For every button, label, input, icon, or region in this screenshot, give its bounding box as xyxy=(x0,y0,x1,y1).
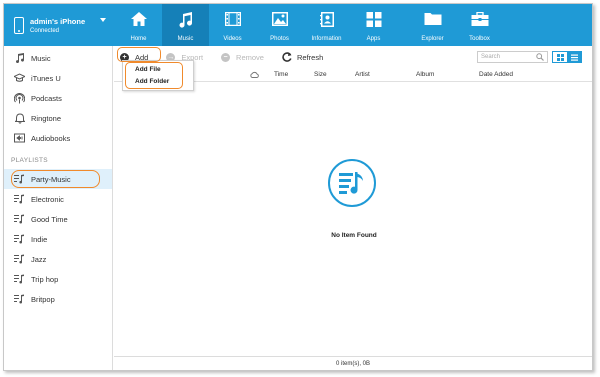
search-placeholder: Search xyxy=(481,54,501,60)
sidebar-item-itunes-u[interactable]: iTunes U xyxy=(4,68,112,88)
playlist-icon xyxy=(14,234,25,245)
sidebar-item-label: Podcasts xyxy=(31,93,62,103)
list-view-icon[interactable] xyxy=(567,52,581,62)
sidebar-item-good-time[interactable]: Good Time xyxy=(4,209,112,229)
grid-view-icon[interactable] xyxy=(553,52,567,62)
column-time[interactable]: Time xyxy=(274,71,288,78)
main-nav: Home Music Videos Photos Information App… xyxy=(115,4,503,46)
nav-label: Home xyxy=(130,36,147,42)
nav-toolbox[interactable]: Toolbox xyxy=(456,4,503,46)
nav-explorer[interactable]: Explorer xyxy=(409,4,456,46)
nav-label: Apps xyxy=(366,36,381,42)
nav-label: Information xyxy=(311,36,342,42)
minus-icon: − xyxy=(221,52,231,62)
sidebar-item-label: Audiobooks xyxy=(31,133,71,143)
nav-label: Photos xyxy=(270,36,289,42)
sidebar-item-jazz[interactable]: Jazz xyxy=(4,249,112,269)
nav-apps[interactable]: Apps xyxy=(350,4,397,46)
graduation-cap-icon xyxy=(14,73,25,84)
playlist-icon xyxy=(14,254,25,265)
column-album[interactable]: Album xyxy=(416,71,434,78)
highlight-ring xyxy=(11,170,100,188)
sidebar-item-britpop[interactable]: Britpop xyxy=(4,289,112,309)
status-bar: 0 item(s), 0B xyxy=(114,356,592,370)
highlight-ring xyxy=(125,62,183,89)
sidebar-item-label: Jazz xyxy=(31,254,47,264)
search-input[interactable]: Search xyxy=(477,51,548,63)
music-note-icon xyxy=(179,12,192,28)
nav-label: Toolbox xyxy=(469,36,490,42)
sidebar-item-label: Ringtone xyxy=(31,113,62,123)
film-icon xyxy=(224,12,241,26)
image-icon xyxy=(271,12,288,26)
refresh-icon xyxy=(282,52,292,62)
sidebar-item-label: Britpop xyxy=(31,294,55,304)
empty-music-list-icon xyxy=(328,159,376,207)
toolbox-icon xyxy=(471,12,488,26)
nav-music[interactable]: Music xyxy=(162,4,209,46)
device-name: admin's iPhone xyxy=(30,16,86,26)
nav-home[interactable]: Home xyxy=(115,4,162,46)
sidebar-item-label: Music xyxy=(31,53,51,63)
audiobook-icon xyxy=(14,133,25,144)
empty-state-message: No Item Found xyxy=(331,232,377,239)
empty-state xyxy=(322,159,382,207)
sidebar-item-label: iTunes U xyxy=(31,73,61,83)
remove-button[interactable]: − Remove xyxy=(221,52,264,62)
home-icon xyxy=(130,12,147,26)
refresh-label: Refresh xyxy=(296,52,324,62)
nav-information[interactable]: Information xyxy=(303,4,350,46)
sidebar-item-trip-hop[interactable]: Trip hop xyxy=(4,269,112,289)
playlists-heading: PLAYLISTS xyxy=(11,157,48,164)
music-note-icon xyxy=(14,53,25,64)
sidebar-item-audiobooks[interactable]: Audiobooks xyxy=(4,128,112,148)
device-selector[interactable]: admin's iPhone Connected xyxy=(4,4,114,46)
search-icon[interactable] xyxy=(536,53,544,61)
nav-photos[interactable]: Photos xyxy=(256,4,303,46)
sidebar-item-music[interactable]: Music xyxy=(4,48,112,68)
cloud-icon[interactable] xyxy=(250,71,259,78)
remove-label: Remove xyxy=(236,52,264,62)
contacts-icon xyxy=(319,12,334,27)
column-size[interactable]: Size xyxy=(314,71,327,78)
nav-label: Videos xyxy=(223,36,242,42)
sidebar-item-label: Electronic xyxy=(31,194,64,204)
device-status: Connected xyxy=(30,27,60,34)
playlist-icon xyxy=(14,194,25,205)
sidebar-item-label: Indie xyxy=(31,234,48,244)
playlist-icon xyxy=(14,274,25,285)
chevron-down-icon[interactable] xyxy=(100,18,106,22)
nav-label: Explorer xyxy=(421,36,444,42)
sidebar-item-electronic[interactable]: Electronic xyxy=(4,189,112,209)
refresh-button[interactable]: Refresh xyxy=(282,52,323,62)
playlist-icon xyxy=(14,294,25,305)
top-bar: admin's iPhone Connected Home Music Vide… xyxy=(4,4,592,46)
apps-grid-icon xyxy=(366,12,381,27)
app-window: admin's iPhone Connected Home Music Vide… xyxy=(3,3,593,371)
podcast-icon xyxy=(14,92,25,104)
phone-icon xyxy=(14,16,24,34)
column-artist[interactable]: Artist xyxy=(355,71,370,78)
nav-label: Music xyxy=(177,36,194,42)
highlight-ring xyxy=(117,47,161,62)
sidebar-item-label: Trip hop xyxy=(31,274,59,284)
sidebar-item-label: Good Time xyxy=(31,214,68,224)
sidebar-item-indie[interactable]: Indie xyxy=(4,229,112,249)
bell-icon xyxy=(14,112,25,124)
view-toggle xyxy=(552,51,582,63)
sidebar-item-podcasts[interactable]: Podcasts xyxy=(4,88,112,108)
playlist-icon xyxy=(14,214,25,225)
nav-videos[interactable]: Videos xyxy=(209,4,256,46)
sidebar: Music iTunes U Podcasts Ringtone Audiobo… xyxy=(4,46,113,370)
sidebar-item-ringtone[interactable]: Ringtone xyxy=(4,108,112,128)
folder-icon xyxy=(424,13,441,25)
column-date-added[interactable]: Date Added xyxy=(479,71,513,78)
